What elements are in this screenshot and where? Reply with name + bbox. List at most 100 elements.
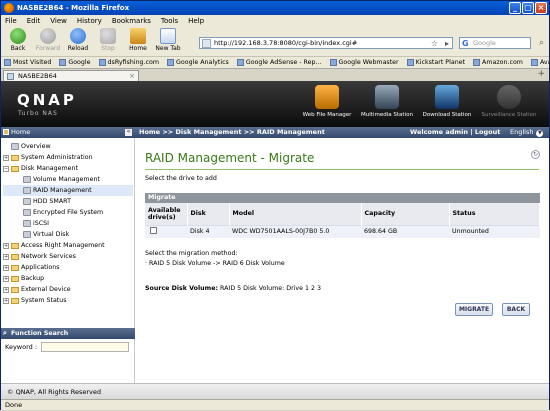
home-label: Home [129, 45, 147, 52]
bookmark-item[interactable]: AvantLink Affiliate Ma... [530, 57, 549, 67]
maximize-button[interactable]: □ [522, 2, 534, 14]
reload-icon [70, 28, 86, 44]
drives-table: Available drive(s) Disk Model Capacity S… [145, 203, 540, 238]
expand-icon[interactable]: + [3, 264, 9, 271]
keyword-input[interactable] [41, 342, 129, 352]
multimedia-station-button[interactable]: Multimedia Station [357, 85, 417, 125]
sidebar-item[interactable]: + System Administration [3, 152, 133, 163]
bookmark-item[interactable]: dsRyfishing.com [98, 57, 160, 67]
bookmark-item[interactable]: Google Webmaster [329, 57, 399, 67]
function-search-title: Function Search [11, 330, 69, 337]
qnap-tagline: Turbo NAS [18, 110, 58, 117]
download-station-button[interactable]: Download Station [417, 85, 477, 125]
bookmark-label: Google Analytics [176, 58, 229, 66]
menu-history[interactable]: History [77, 15, 102, 27]
column-header: Capacity [361, 203, 450, 225]
expand-icon[interactable]: + [3, 275, 9, 282]
sidebar-item[interactable]: Overview [3, 141, 133, 152]
menu-edit[interactable]: Edit [27, 15, 41, 27]
forward-arrow-icon [40, 28, 56, 44]
search-input[interactable]: G Google ⌕ [459, 37, 544, 49]
page-icon [23, 231, 31, 238]
menu-view[interactable]: View [50, 15, 67, 27]
bookmark-label: Amazon.com [482, 58, 523, 66]
sidebar-item[interactable]: − Disk Management [3, 163, 133, 174]
source-label: Source Disk Volume: [145, 285, 219, 292]
migrate-button[interactable]: MIGRATE [455, 303, 493, 316]
drive-checkbox[interactable] [150, 227, 157, 235]
refresh-icon[interactable]: ↻ [531, 150, 540, 159]
back-page-button[interactable]: BACK [502, 303, 530, 316]
back-button[interactable]: Back [3, 27, 33, 55]
expand-icon[interactable]: + [3, 297, 9, 304]
menu-bookmarks[interactable]: Bookmarks [112, 15, 151, 27]
sidebar-item[interactable]: Virtual Disk [3, 229, 133, 240]
bookmark-item[interactable]: Most Visited [4, 57, 51, 67]
bookmark-item[interactable]: Google [59, 57, 91, 67]
sidebar-item[interactable]: iSCSI [3, 218, 133, 229]
expand-icon[interactable]: + [3, 253, 9, 260]
sidebar-item[interactable]: + System Status [3, 295, 133, 306]
bookmark-star-icon[interactable]: ☆ [431, 38, 438, 49]
bookmark-icon [4, 58, 11, 66]
back-arrow-icon [10, 28, 26, 44]
bookmark-item[interactable]: Amazon.com [473, 57, 523, 67]
language-label: English [510, 128, 534, 136]
expand-icon[interactable]: − [3, 165, 9, 172]
bookmark-label: dsRyfishing.com [107, 58, 160, 66]
camera-icon [497, 85, 521, 109]
sidebar-item[interactable]: Encrypted File System [3, 207, 133, 218]
reload-button[interactable]: Reload [63, 27, 93, 55]
sidebar-item-label: Overview [21, 143, 51, 150]
language-selector[interactable]: English ▼ [510, 127, 544, 138]
expand-icon[interactable]: + [3, 286, 9, 293]
folder-icon [11, 242, 19, 249]
collapse-sidebar-icon[interactable]: « [125, 129, 132, 136]
sidebar-item[interactable]: + Network Services [3, 251, 133, 262]
sidebar-item-label: iSCSI [33, 220, 49, 227]
source-value: RAID 5 Disk Volume: Drive 1 2 3 [220, 285, 322, 292]
migration-method-option[interactable]: · RAID 5 Disk Volume -> RAID 6 Disk Volu… [145, 260, 285, 267]
firefox-icon [4, 3, 14, 13]
sidebar-item[interactable]: + Applications [3, 262, 133, 273]
expand-icon[interactable]: + [3, 242, 9, 249]
download-icon [435, 85, 459, 109]
bookmark-icon [329, 58, 337, 66]
welcome-logout[interactable]: Welcome admin | Logout [410, 127, 500, 138]
sidebar-item[interactable]: RAID Management [3, 185, 133, 196]
sidebar-item[interactable]: HDD SMART [3, 196, 133, 207]
bookmark-icon [59, 58, 67, 66]
go-arrow-icon[interactable]: ▸ [445, 38, 449, 49]
stop-label: Stop [101, 45, 115, 52]
menu-help[interactable]: Help [188, 15, 204, 27]
top-info-bar: Home >> Disk Management >> RAID Manageme… [135, 127, 549, 138]
close-button[interactable]: × [535, 2, 547, 14]
expand-icon[interactable]: + [3, 154, 9, 161]
sidebar-item[interactable]: Volume Management [3, 174, 133, 185]
page-icon [23, 198, 31, 205]
station-label: Web File Manager [302, 112, 352, 118]
menu-tools[interactable]: Tools [161, 15, 178, 27]
surveillance-station-button[interactable]: Surveillance Station [479, 85, 539, 125]
web-file-manager-button[interactable]: Web File Manager [297, 85, 357, 125]
address-bar[interactable]: http://192.168.3.78:8080/cgi-bin/index.c… [199, 37, 453, 49]
sidebar-item[interactable]: + External Device [3, 284, 133, 295]
bookmark-item[interactable]: Kickstart Planet [406, 57, 465, 67]
forward-button[interactable]: Forward [33, 27, 63, 55]
sidebar-item-label: System Administration [21, 154, 93, 161]
search-icon[interactable]: ⌕ [539, 38, 544, 49]
table-row[interactable]: Disk 4 WDC WD7501AALS-00J7B0 5.0 698.64 … [145, 224, 540, 238]
menu-file[interactable]: File [5, 15, 17, 27]
folder-icon [11, 275, 19, 282]
new-tab-button[interactable]: New Tab [153, 27, 183, 55]
bookmark-item[interactable]: Google Analytics [167, 57, 229, 67]
stop-button[interactable]: Stop [93, 27, 123, 55]
status-cell: Unmounted [449, 224, 540, 238]
minimize-button[interactable]: _ [509, 2, 521, 14]
new-tab-plus-icon[interactable]: + [537, 69, 545, 79]
model-cell: WDC WD7501AALS-00J7B0 5.0 [229, 224, 361, 238]
home-button[interactable]: Home [123, 27, 153, 55]
sidebar-item[interactable]: + Backup [3, 273, 133, 284]
sidebar-item[interactable]: + Access Right Management [3, 240, 133, 251]
bookmark-item[interactable]: Google AdSense - Rep... [236, 57, 322, 67]
